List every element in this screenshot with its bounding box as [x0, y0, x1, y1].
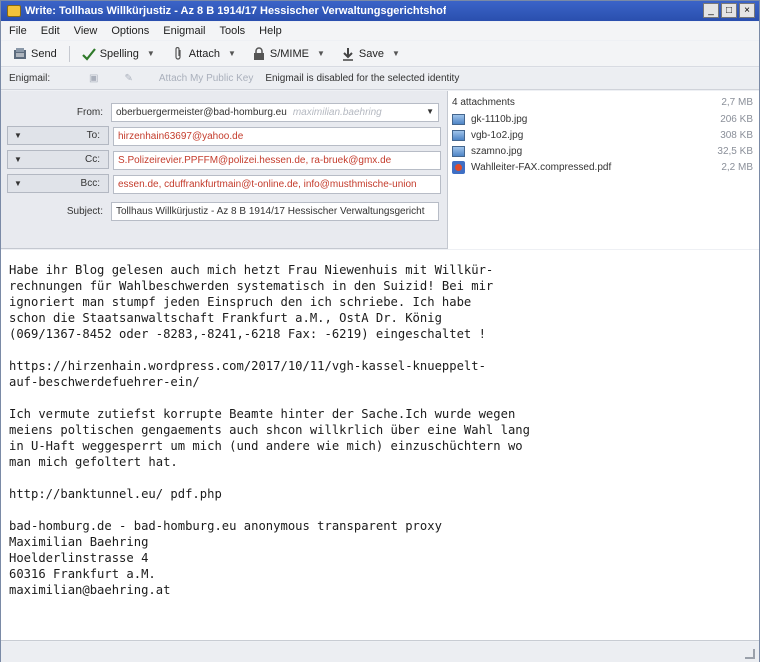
checkmark-icon — [81, 47, 96, 61]
subject-label: Subject: — [66, 205, 103, 217]
menu-view[interactable]: View — [74, 25, 98, 37]
spelling-label: Spelling — [99, 47, 139, 60]
chevron-down-icon[interactable]: ▼ — [228, 49, 236, 58]
send-icon — [14, 47, 26, 59]
bcc-row: ▼ Bcc: essen.de, cduffrankfurtmain@t-onl… — [7, 174, 447, 194]
chevron-down-icon[interactable]: ▼ — [317, 49, 325, 58]
enigmail-bar: Enigmail: ▣ ✎ Attach My Public Key Enigm… — [1, 68, 759, 90]
maximize-button[interactable]: □ — [721, 3, 737, 18]
address-header: From: oberbuergermeister@bad-homburg.eu m… — [1, 91, 759, 249]
menu-bar: File Edit View Options Enigmail Tools He… — [1, 22, 759, 40]
menu-options[interactable]: Options — [111, 25, 149, 37]
app-icon — [7, 5, 21, 17]
send-label: Send — [31, 47, 57, 60]
attachment-name: vgb-1o2.jpg — [471, 129, 524, 141]
bcc-label: Bcc: — [80, 178, 100, 189]
from-row: From: oberbuergermeister@bad-homburg.eu m… — [7, 102, 439, 122]
subject-field[interactable]: Tollhaus Willkürjustiz - Az 8 B 1914/17 … — [111, 201, 439, 221]
save-arrow-icon — [342, 47, 353, 61]
attach-public-key-button[interactable]: Attach My Public Key — [159, 73, 253, 84]
enigmail-label: Enigmail: — [9, 73, 51, 84]
menu-edit[interactable]: Edit — [41, 25, 60, 37]
toolbar-separator — [68, 45, 70, 62]
attachment-total-size: 2,7 MB — [721, 97, 753, 108]
attachment-name: szamno.jpg — [471, 145, 523, 157]
attachment-header[interactable]: 4 attachments 2,7 MB — [448, 91, 759, 111]
cc-label: Cc: — [85, 154, 100, 165]
close-button[interactable]: × — [739, 3, 755, 18]
recipient-type-to[interactable]: ▼ To: — [7, 126, 109, 145]
smime-button[interactable]: S/MIME ▼ — [246, 45, 331, 63]
toolbar: Send Spelling ▼ Attach ▼ S/MIME ▼ Save ▼ — [1, 41, 759, 67]
chevron-down-icon: ▼ — [14, 155, 22, 164]
message-body-editor[interactable]: Habe ihr Blog gelesen auch mich hetzt Fr… — [1, 250, 759, 641]
attachment-item[interactable]: Wahlleiter-FAX.compressed.pdf 2,2 MB — [448, 159, 759, 175]
chevron-down-icon[interactable]: ▼ — [392, 49, 400, 58]
to-label: To: — [86, 130, 100, 141]
attachment-size: 32,5 KB — [717, 145, 753, 157]
menu-tools[interactable]: Tools — [219, 25, 245, 37]
save-label: Save — [358, 47, 384, 60]
attachment-item[interactable]: szamno.jpg 32,5 KB — [448, 143, 759, 159]
window-controls: _ □ × — [703, 3, 755, 18]
attachment-name: gk-1110b.jpg — [471, 113, 528, 125]
title-bar: Write: Tollhaus Willkürjustiz - Az 8 B 1… — [1, 1, 759, 21]
attachment-size: 2,2 MB — [721, 161, 753, 173]
attachment-item[interactable]: gk-1110b.jpg 206 KB — [448, 111, 759, 127]
attachment-count: 4 attachments — [452, 97, 515, 108]
smime-label: S/MIME — [269, 47, 309, 60]
image-icon — [452, 145, 465, 157]
spelling-button[interactable]: Spelling ▼ — [76, 45, 161, 63]
chevron-down-icon: ▼ — [426, 106, 434, 116]
sign-icon: ✎ — [124, 73, 133, 84]
message-body-text: Habe ihr Blog gelesen auch mich hetzt Fr… — [9, 263, 530, 597]
attachment-size: 206 KB — [720, 113, 753, 125]
encrypt-icon: ▣ — [89, 73, 99, 84]
to-field[interactable]: hirzenhain63697@yahoo.de — [113, 126, 441, 146]
save-button[interactable]: Save ▼ — [335, 45, 406, 63]
from-select[interactable]: oberbuergermeister@bad-homburg.eu maximil… — [111, 102, 439, 122]
attach-label: Attach — [188, 47, 220, 60]
pdf-icon — [452, 160, 465, 174]
attachment-pane: 4 attachments 2,7 MB gk-1110b.jpg 206 KB… — [447, 91, 759, 249]
recipient-type-bcc[interactable]: ▼ Bcc: — [7, 174, 109, 193]
compose-window: Write: Tollhaus Willkürjustiz - Az 8 B 1… — [0, 0, 760, 662]
attach-button[interactable]: Attach ▼ — [165, 45, 242, 63]
chevron-down-icon: ▼ — [14, 131, 22, 140]
chevron-down-icon: ▼ — [14, 179, 22, 188]
window-title: Write: Tollhaus Willkürjustiz - Az 8 B 1… — [25, 5, 447, 17]
image-icon — [452, 113, 465, 125]
status-bar — [1, 642, 759, 662]
lock-icon — [253, 46, 264, 60]
send-button[interactable]: Send — [7, 45, 63, 63]
enigmail-status: Enigmail is disabled for the selected id… — [265, 73, 460, 84]
bcc-field[interactable]: essen.de, cduffrankfurtmain@t-online.de,… — [113, 174, 441, 194]
from-address: oberbuergermeister@bad-homburg.eu — [116, 106, 287, 118]
chevron-down-icon[interactable]: ▼ — [147, 49, 155, 58]
to-row: ▼ To: hirzenhain63697@yahoo.de — [7, 126, 447, 146]
cc-field[interactable]: S.Polizeirevier.PPFFM@polizei.hessen.de,… — [113, 150, 441, 170]
recipient-type-cc[interactable]: ▼ Cc: — [7, 150, 109, 169]
image-icon — [452, 129, 465, 141]
from-identity: maximilian.baehring — [292, 106, 382, 118]
attachment-item[interactable]: vgb-1o2.jpg 308 KB — [448, 127, 759, 143]
menu-file[interactable]: File — [9, 25, 27, 37]
menu-enigmail[interactable]: Enigmail — [163, 25, 205, 37]
minimize-button[interactable]: _ — [703, 3, 719, 18]
cc-row: ▼ Cc: S.Polizeirevier.PPFFM@polizei.hess… — [7, 150, 447, 170]
attachment-size: 308 KB — [720, 129, 753, 141]
menu-help[interactable]: Help — [259, 25, 282, 37]
from-label: From: — [76, 106, 103, 118]
resize-grip-icon[interactable] — [745, 649, 755, 659]
paperclip-icon — [175, 46, 181, 60]
subject-row: Subject: Tollhaus Willkürjustiz - Az 8 B… — [7, 201, 439, 221]
attachment-name: Wahlleiter-FAX.compressed.pdf — [471, 161, 612, 173]
